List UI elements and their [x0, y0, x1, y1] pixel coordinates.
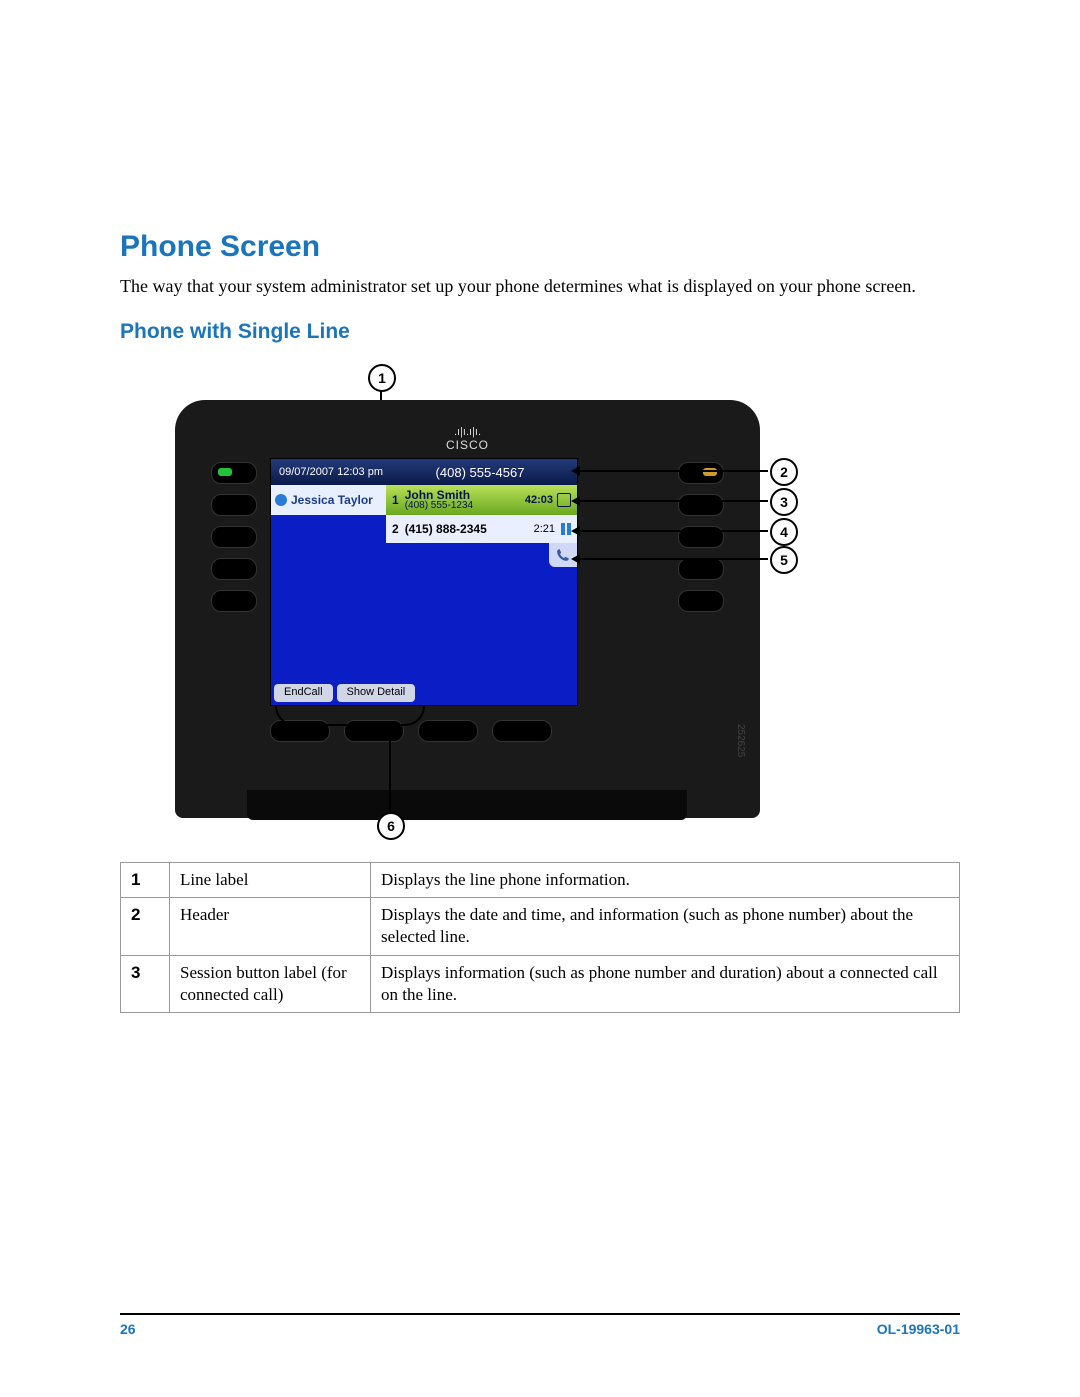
legend-label: Header	[170, 898, 371, 955]
session-index: 1	[392, 493, 399, 507]
cisco-logo-text: CISCO	[446, 438, 489, 452]
phone-diagram: 1 .ı|ı.ı|ı. CISCO	[175, 370, 895, 850]
phone-base	[247, 790, 687, 820]
table-row: 1 Line label Displays the line phone inf…	[121, 863, 960, 898]
session-button-1[interactable]	[678, 462, 724, 484]
legend-num: 2	[121, 898, 170, 955]
arrow-3	[571, 496, 580, 506]
heading-single-line: Phone with Single Line	[120, 320, 960, 344]
session-button-5[interactable]	[678, 590, 724, 612]
legend-table: 1 Line label Displays the line phone inf…	[120, 862, 960, 1012]
session-duration: 42:03	[525, 494, 553, 506]
line-label-text: Jessica Taylor	[291, 493, 373, 507]
legend-label: Line label	[170, 863, 371, 898]
figure-id: 252625	[735, 724, 746, 757]
screen-header: 09/07/2007 12:03 pm (408) 555-4567	[271, 459, 577, 485]
phone-bezel: .ı|ı.ı|ı. CISCO 09/07/200	[175, 400, 760, 818]
arrow-4	[571, 526, 580, 536]
cisco-logo-bars: .ı|ı.ı|ı.	[454, 426, 481, 438]
document-id: OL-19963-01	[877, 1321, 960, 1337]
line-button-3[interactable]	[211, 526, 257, 548]
callout-3: 3	[770, 488, 798, 516]
handset-icon	[556, 548, 570, 562]
softkey-showdetail[interactable]: Show Detail	[337, 684, 416, 702]
legend-desc: Displays the line phone information.	[371, 863, 960, 898]
table-row: 2 Header Displays the date and time, and…	[121, 898, 960, 955]
header-phone-number: (408) 555-4567	[436, 465, 525, 480]
header-date: 09/07/2007	[279, 466, 334, 478]
line-button-5[interactable]	[211, 590, 257, 612]
session-row-connected: 1 John Smith (408) 555-1234 42:03	[386, 485, 577, 515]
page-number: 26	[120, 1321, 136, 1337]
callout-6: 6	[377, 812, 405, 840]
line-button-1[interactable]	[211, 462, 257, 484]
session2-duration: 2:21	[534, 523, 555, 535]
presence-icon	[275, 494, 287, 506]
cisco-logo: .ı|ı.ı|ı. CISCO	[175, 424, 760, 452]
right-session-buttons	[678, 462, 724, 612]
connected-call-icon	[557, 493, 571, 507]
lead-4	[578, 530, 768, 532]
line-button-4[interactable]	[211, 558, 257, 580]
heading-phone-screen: Phone Screen	[120, 230, 960, 264]
legend-num: 1	[121, 863, 170, 898]
hold-icon	[561, 523, 571, 535]
callout-4: 4	[770, 518, 798, 546]
session-button-2[interactable]	[678, 494, 724, 516]
callout-2: 2	[770, 458, 798, 486]
callout-1: 1	[368, 364, 396, 392]
legend-num: 3	[121, 955, 170, 1012]
legend-desc: Displays the date and time, and informat…	[371, 898, 960, 955]
arrow-2	[571, 466, 580, 476]
brace-softkeys	[275, 706, 425, 726]
callout-5: 5	[770, 546, 798, 574]
intro-paragraph: The way that your system administrator s…	[120, 274, 960, 298]
session2-number: (415) 888-2345	[405, 522, 487, 536]
lead-5	[578, 558, 768, 560]
softkey-bar: EndCall Show Detail	[271, 681, 577, 705]
table-row: 3 Session button label (for connected ca…	[121, 955, 960, 1012]
softkey-button-3[interactable]	[418, 720, 478, 742]
softkey-button-4[interactable]	[492, 720, 552, 742]
line-label: Jessica Taylor	[271, 485, 386, 515]
softkey-endcall[interactable]: EndCall	[274, 684, 333, 702]
legend-label: Session button label (for connected call…	[170, 955, 371, 1012]
lead-6	[389, 724, 391, 812]
page-footer: 26 OL-19963-01	[120, 1313, 960, 1337]
line-button-2[interactable]	[211, 494, 257, 516]
header-time: 12:03 pm	[337, 466, 383, 478]
left-line-buttons	[211, 462, 257, 612]
session2-index: 2	[392, 522, 399, 536]
arrow-5	[571, 554, 580, 564]
lead-2	[578, 470, 768, 472]
session-caller-number: (408) 555-1234	[405, 501, 473, 511]
legend-desc: Displays information (such as phone numb…	[371, 955, 960, 1012]
session-row-held: 2 (415) 888-2345 2:21	[386, 515, 577, 543]
phone-screen-lcd: 09/07/2007 12:03 pm (408) 555-4567 Jessi…	[270, 458, 578, 706]
lead-3	[578, 500, 768, 502]
session-button-4[interactable]	[678, 558, 724, 580]
